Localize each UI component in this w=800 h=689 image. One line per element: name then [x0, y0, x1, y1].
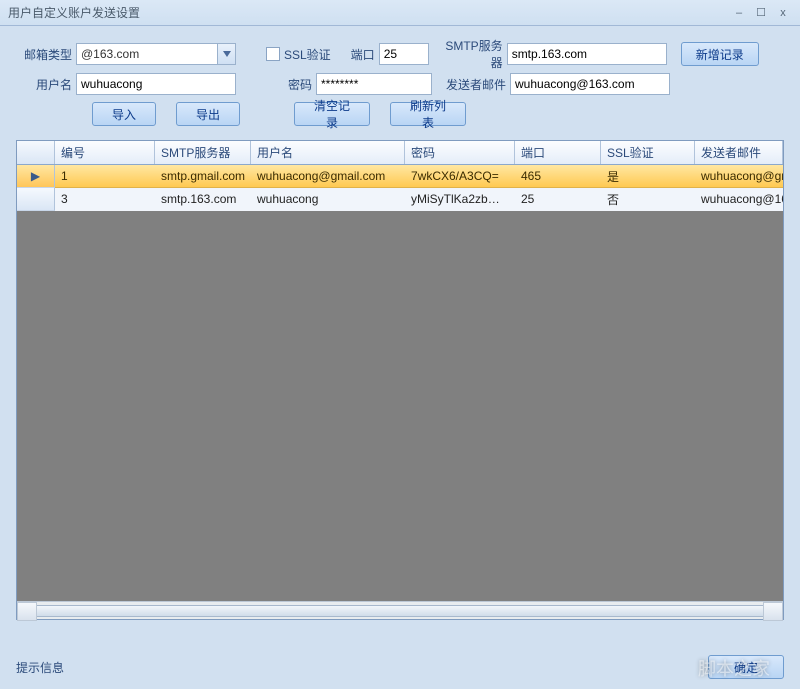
grid-header-row: 编号 SMTP服务器 用户名 密码 端口 SSL验证 发送者邮件: [17, 141, 783, 165]
data-grid: 编号 SMTP服务器 用户名 密码 端口 SSL验证 发送者邮件 ▶ 1 smt…: [16, 140, 784, 620]
email-type-value: @163.com: [81, 47, 139, 61]
table-row[interactable]: ▶ 1 smtp.gmail.com wuhuacong@gmail.com 7…: [17, 165, 783, 188]
col-id[interactable]: 编号: [55, 141, 155, 164]
cell-user: wuhuacong@gmail.com: [251, 165, 405, 188]
close-button[interactable]: x: [774, 6, 792, 20]
col-user[interactable]: 用户名: [251, 141, 405, 164]
email-type-label: 邮箱类型: [16, 46, 76, 63]
col-ssl[interactable]: SSL验证: [601, 141, 695, 164]
sender-label: 发送者邮件: [440, 76, 510, 93]
port-input[interactable]: [379, 43, 429, 65]
cell-id: 1: [55, 165, 155, 188]
cell-ssl: 是: [601, 165, 695, 188]
cell-port: 465: [515, 165, 601, 188]
cell-password: 7wkCX6/A3CQ=: [405, 165, 515, 188]
ssl-checkbox[interactable]: [266, 47, 280, 61]
smtp-input[interactable]: [507, 43, 667, 65]
password-input[interactable]: [316, 73, 432, 95]
cell-sender: wuhuacong@gma: [695, 165, 783, 188]
username-label: 用户名: [16, 76, 76, 93]
cell-sender: wuhuacong@163: [695, 188, 783, 211]
cell-password: yMiSyTlKa2zb…: [405, 188, 515, 211]
cell-user: wuhuacong: [251, 188, 405, 211]
add-record-button[interactable]: 新增记录: [681, 42, 759, 66]
sender-input[interactable]: [510, 73, 670, 95]
col-sender[interactable]: 发送者邮件: [695, 141, 783, 164]
titlebar: 用户自定义账户发送设置 – ☐ x: [0, 0, 800, 26]
smtp-label: SMTP服务器: [437, 37, 507, 71]
minimize-button[interactable]: –: [730, 6, 748, 20]
col-port[interactable]: 端口: [515, 141, 601, 164]
row-header: ▶: [17, 165, 55, 188]
password-label: 密码: [260, 76, 316, 93]
cell-port: 25: [515, 188, 601, 211]
scrollbar-thumb[interactable]: [35, 605, 765, 617]
horizontal-scrollbar[interactable]: [17, 601, 783, 619]
cell-id: 3: [55, 188, 155, 211]
window-title: 用户自定义账户发送设置: [8, 4, 726, 21]
cell-ssl: 否: [601, 188, 695, 211]
export-button[interactable]: 导出: [176, 102, 240, 126]
grid-body: ▶ 1 smtp.gmail.com wuhuacong@gmail.com 7…: [17, 165, 783, 601]
table-row[interactable]: 3 smtp.163.com wuhuacong yMiSyTlKa2zb… 2…: [17, 188, 783, 211]
cell-smtp: smtp.gmail.com: [155, 165, 251, 188]
username-input[interactable]: [76, 73, 236, 95]
row-header: [17, 188, 55, 211]
hint-label: 提示信息: [16, 659, 64, 676]
maximize-button[interactable]: ☐: [752, 6, 770, 20]
email-type-select[interactable]: @163.com: [76, 43, 236, 65]
import-button[interactable]: 导入: [92, 102, 156, 126]
ssl-label: SSL验证: [284, 46, 335, 63]
col-password[interactable]: 密码: [405, 141, 515, 164]
grid-corner: [17, 141, 55, 164]
port-label: 端口: [349, 46, 379, 63]
ok-button[interactable]: 确定: [708, 655, 784, 679]
footer: 提示信息 确定: [16, 655, 784, 679]
cell-smtp: smtp.163.com: [155, 188, 251, 211]
refresh-button[interactable]: 刷新列表: [390, 102, 466, 126]
clear-button[interactable]: 清空记录: [294, 102, 370, 126]
form-area: 邮箱类型 @163.com SSL验证 端口 SMTP服务器 新增记录 用户名 …: [0, 26, 800, 132]
col-smtp[interactable]: SMTP服务器: [155, 141, 251, 164]
chevron-down-icon: [217, 44, 235, 64]
